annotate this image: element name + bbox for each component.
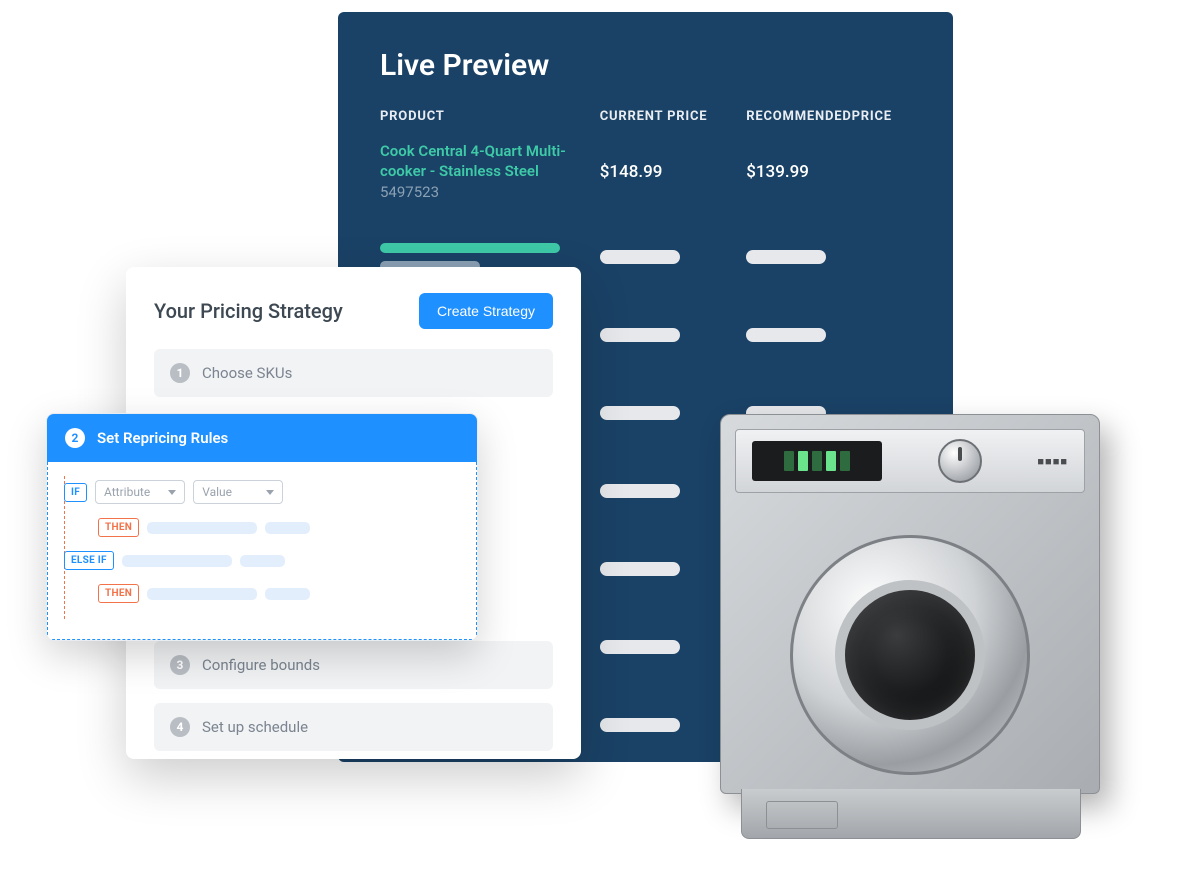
select-placeholder: Value bbox=[202, 485, 232, 499]
appliance-brand: ■■■■ bbox=[1037, 455, 1068, 468]
step-label: Choose SKUs bbox=[202, 364, 292, 382]
elseif-tag: ELSE IF bbox=[64, 551, 114, 570]
placeholder-bar bbox=[600, 718, 680, 732]
chevron-down-icon bbox=[168, 490, 176, 495]
create-strategy-button[interactable]: Create Strategy bbox=[419, 293, 553, 329]
rule-then-line: THEN bbox=[98, 518, 460, 537]
strategy-title: Your Pricing Strategy bbox=[154, 299, 343, 323]
header-recommended-price: RECOMMENDEDPRICE bbox=[746, 109, 911, 124]
live-preview-headers: PRODUCT CURRENT PRICE RECOMMENDEDPRICE bbox=[380, 109, 911, 124]
step-choose-skus[interactable]: 1 Choose SKUs bbox=[154, 349, 553, 397]
rule-if-line: IF Attribute Value bbox=[64, 480, 460, 504]
appliance-dial bbox=[938, 439, 982, 483]
placeholder-bar bbox=[600, 640, 680, 654]
recommended-price-value: $139.99 bbox=[746, 162, 911, 182]
value-select[interactable]: Value bbox=[193, 480, 283, 504]
placeholder-pill bbox=[147, 588, 257, 600]
step-number-badge: 4 bbox=[170, 717, 190, 737]
placeholder-pill bbox=[122, 555, 232, 567]
rules-header: 2 Set Repricing Rules bbox=[47, 414, 477, 462]
preview-row-product: Cook Central 4-Quart Multi-cooker - Stai… bbox=[380, 142, 911, 201]
placeholder-bar bbox=[600, 250, 680, 264]
step-number-badge: 2 bbox=[65, 428, 85, 448]
placeholder-pill bbox=[265, 588, 310, 600]
then-tag: THEN bbox=[98, 518, 139, 537]
step-number-badge: 1 bbox=[170, 363, 190, 383]
placeholder-pill bbox=[265, 522, 310, 534]
step-set-up-schedule[interactable]: 4 Set up schedule bbox=[154, 703, 553, 751]
product-image-washing-machine: ■■■■ bbox=[720, 414, 1120, 854]
step-label: Configure bounds bbox=[202, 656, 320, 674]
placeholder-bar bbox=[600, 562, 680, 576]
current-price-value: $148.99 bbox=[600, 162, 746, 182]
rules-title: Set Repricing Rules bbox=[97, 429, 228, 447]
appliance-base bbox=[741, 789, 1081, 839]
placeholder-bar bbox=[600, 328, 680, 342]
placeholder-pill bbox=[147, 522, 257, 534]
placeholder-bar bbox=[746, 328, 826, 342]
rule-then-line: THEN bbox=[98, 584, 460, 603]
rule-elseif-line: ELSE IF bbox=[64, 551, 460, 570]
step-label: Set up schedule bbox=[202, 718, 308, 736]
if-tag: IF bbox=[64, 483, 87, 502]
rules-body: IF Attribute Value THEN ELSE IF THEN bbox=[47, 462, 477, 640]
placeholder-bar bbox=[746, 250, 826, 264]
header-current-price: CURRENT PRICE bbox=[600, 109, 746, 124]
placeholder-bar bbox=[600, 406, 680, 420]
placeholder-bar bbox=[600, 484, 680, 498]
header-product: PRODUCT bbox=[380, 109, 600, 124]
step-number-badge: 3 bbox=[170, 655, 190, 675]
appliance-display bbox=[752, 441, 882, 481]
step-configure-bounds[interactable]: 3 Configure bounds bbox=[154, 641, 553, 689]
product-name: Cook Central 4-Quart Multi-cooker - Stai… bbox=[380, 142, 600, 181]
placeholder-pill bbox=[240, 555, 285, 567]
live-preview-title: Live Preview bbox=[380, 48, 911, 83]
appliance-door bbox=[790, 535, 1030, 775]
attribute-select[interactable]: Attribute bbox=[95, 480, 185, 504]
select-placeholder: Attribute bbox=[104, 485, 150, 499]
then-tag: THEN bbox=[98, 584, 139, 603]
repricing-rules-card: 2 Set Repricing Rules IF Attribute Value… bbox=[46, 413, 478, 641]
placeholder-bar bbox=[380, 243, 560, 253]
chevron-down-icon bbox=[266, 490, 274, 495]
product-sku: 5497523 bbox=[380, 183, 600, 201]
